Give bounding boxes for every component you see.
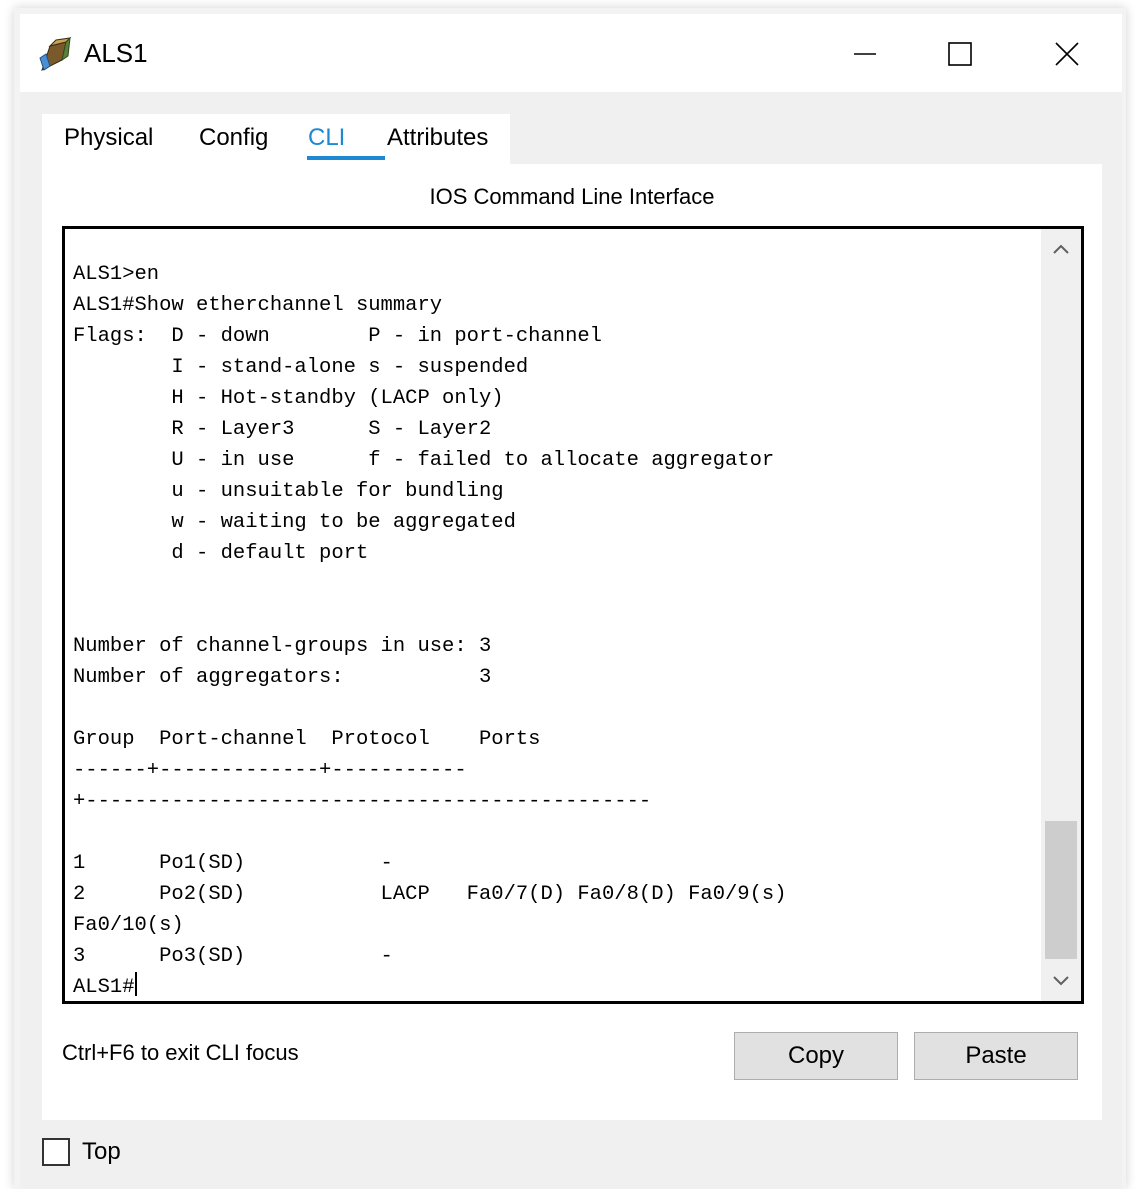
device-window: ALS1 Physical Config CLI Attributes IOS … bbox=[20, 14, 1122, 1189]
top-checkbox[interactable] bbox=[42, 1138, 70, 1166]
top-checkbox-label: Top bbox=[82, 1138, 121, 1165]
tab-config[interactable]: Config bbox=[199, 124, 268, 152]
active-tab-indicator bbox=[307, 156, 385, 160]
cli-terminal[interactable]: ALS1>en ALS1#Show etherchannel summary Fla… bbox=[62, 226, 1084, 1004]
window-title: ALS1 bbox=[84, 38, 148, 68]
title-bar[interactable]: ALS1 bbox=[20, 14, 1122, 92]
terminal-line: w - waiting to be aggregated bbox=[73, 511, 516, 534]
packet-tracer-switch-icon bbox=[36, 36, 76, 74]
tab-attributes[interactable]: Attributes bbox=[387, 124, 488, 152]
minimize-icon bbox=[854, 53, 876, 55]
terminal-line: ALS1>en bbox=[73, 263, 160, 286]
chevron-down-icon bbox=[1053, 976, 1069, 986]
terminal-line: Fa0/10(s) bbox=[73, 914, 184, 937]
maximize-button[interactable] bbox=[915, 28, 1005, 80]
terminal-line: d - default port bbox=[73, 542, 369, 565]
scroll-down-button[interactable] bbox=[1041, 961, 1081, 1001]
tab-bar: Physical Config CLI Attributes bbox=[42, 114, 510, 164]
terminal-line: ALS1# bbox=[73, 972, 1033, 999]
terminal-line: Number of channel-groups in use: 3 bbox=[73, 635, 492, 658]
terminal-line: ------+-------------+----------- bbox=[73, 759, 467, 782]
terminal-scrollbar[interactable] bbox=[1041, 229, 1081, 1001]
text-cursor bbox=[134, 972, 137, 996]
maximize-icon bbox=[948, 42, 972, 66]
terminal-line: U - in use f - failed to allocate aggreg… bbox=[73, 449, 775, 472]
scroll-thumb[interactable] bbox=[1045, 821, 1077, 959]
terminal-line: 1 Po1(SD) - bbox=[73, 852, 393, 875]
paste-button[interactable]: Paste bbox=[914, 1032, 1078, 1080]
tab-physical[interactable]: Physical bbox=[64, 124, 153, 152]
minimize-button[interactable] bbox=[820, 28, 910, 80]
cli-panel: IOS Command Line Interface ALS1>en ALS1#S… bbox=[42, 164, 1102, 1120]
terminal-line: R - Layer3 S - Layer2 bbox=[73, 418, 492, 441]
terminal-line: +---------------------------------------… bbox=[73, 790, 652, 813]
close-icon bbox=[1055, 42, 1079, 66]
terminal-line: 2 Po2(SD) LACP Fa0/7(D) Fa0/8(D) Fa0/9(s… bbox=[73, 883, 787, 906]
close-button[interactable] bbox=[1022, 28, 1112, 80]
terminal-line: Flags: D - down P - in port-channel bbox=[73, 325, 602, 348]
terminal-line: H - Hot-standby (LACP only) bbox=[73, 387, 504, 410]
terminal-line: 3 Po3(SD) - bbox=[73, 945, 393, 968]
terminal-line: Number of aggregators: 3 bbox=[73, 666, 492, 689]
terminal-line: I - stand-alone s - suspended bbox=[73, 356, 529, 379]
scroll-up-button[interactable] bbox=[1041, 229, 1081, 269]
terminal-line: Group Port-channel Protocol Ports bbox=[73, 728, 541, 751]
panel-heading: IOS Command Line Interface bbox=[429, 184, 715, 209]
terminal-line: u - unsuitable for bundling bbox=[73, 480, 504, 503]
cli-focus-hint: Ctrl+F6 to exit CLI focus bbox=[62, 1040, 299, 1065]
chevron-up-icon bbox=[1053, 244, 1069, 254]
terminal-output[interactable]: ALS1>en ALS1#Show etherchannel summary Fla… bbox=[73, 259, 1033, 999]
terminal-line: ALS1#Show etherchannel summary bbox=[73, 294, 443, 317]
tab-cli[interactable]: CLI bbox=[308, 124, 345, 152]
copy-button[interactable]: Copy bbox=[734, 1032, 898, 1080]
